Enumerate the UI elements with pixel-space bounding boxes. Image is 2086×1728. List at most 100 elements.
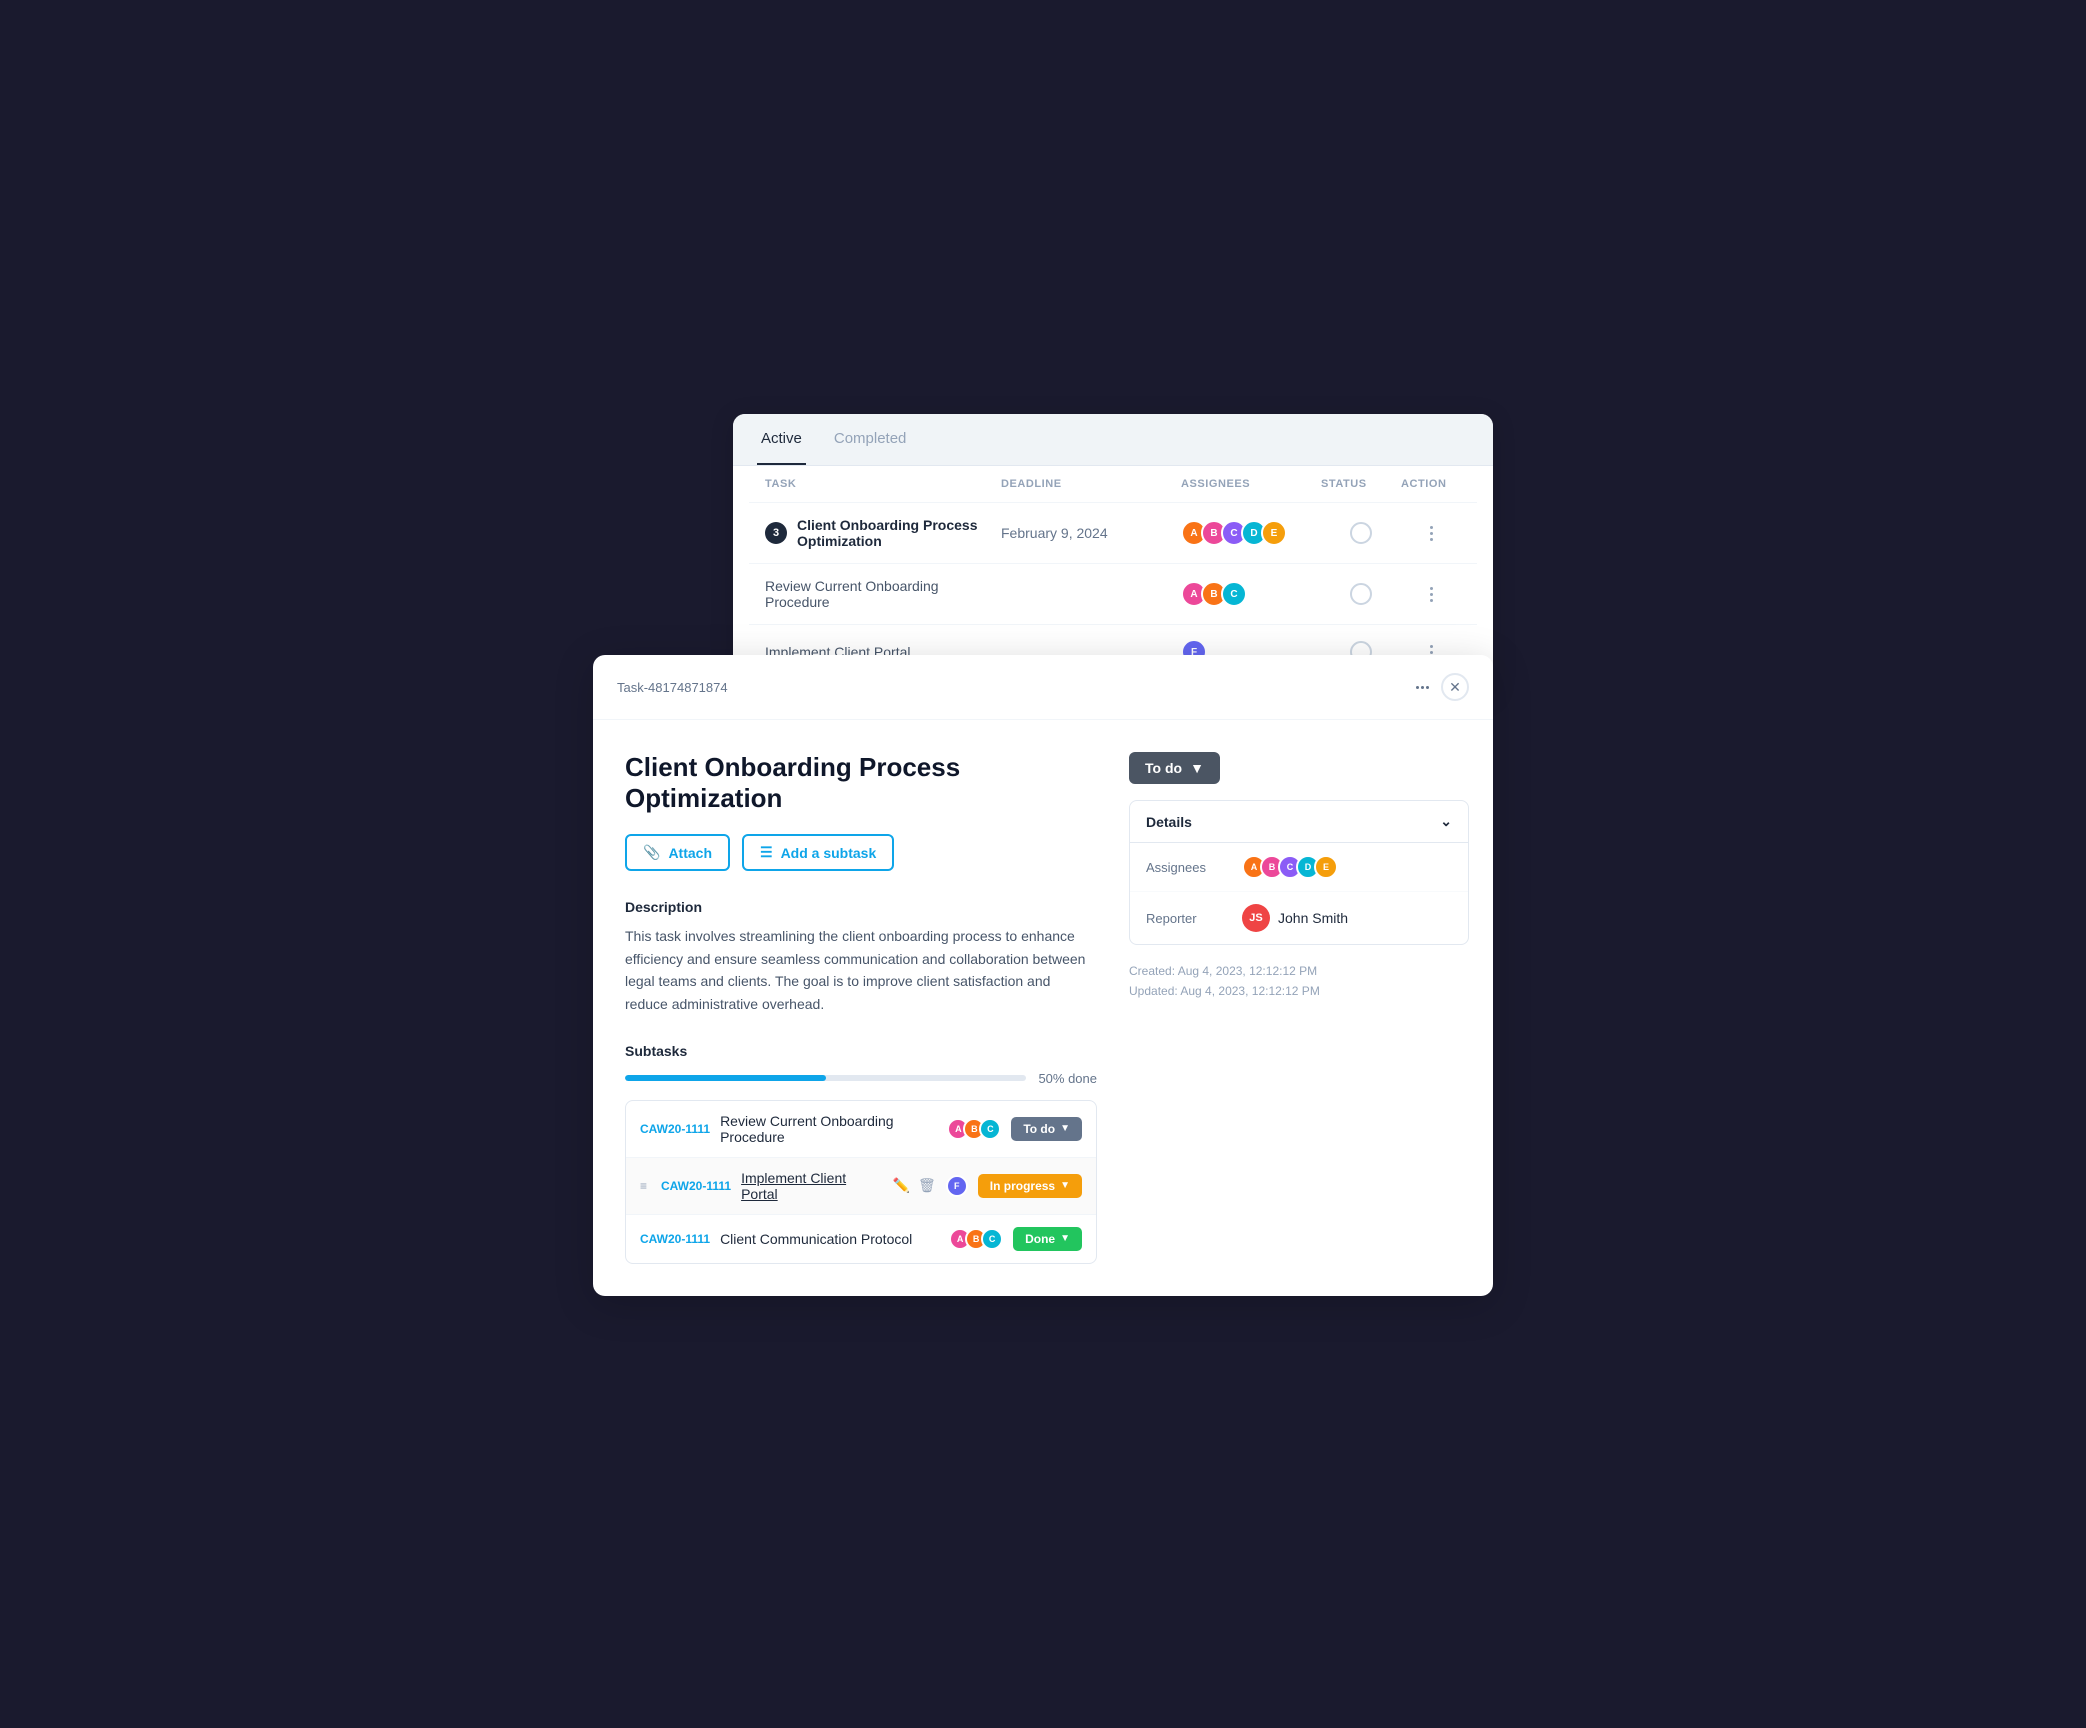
task-name-main: Client Onboarding Process Optimization — [797, 517, 1001, 549]
subtask-icon: ☰ — [760, 844, 773, 861]
action-buttons: 📎 Attach ☰ Add a subtask — [625, 834, 1097, 871]
add-subtask-button[interactable]: ☰ Add a subtask — [742, 834, 894, 871]
col-action: ACTION — [1401, 478, 1461, 490]
description-section: Description This task involves streamlin… — [625, 899, 1097, 1015]
assignees-cell: A B C — [1181, 581, 1321, 607]
more-options-icon[interactable] — [1430, 526, 1433, 541]
table-row[interactable]: 3 Client Onboarding Process Optimization… — [749, 502, 1477, 563]
avatar: C — [1221, 581, 1247, 607]
task-badge: 3 — [765, 522, 787, 544]
reporter-name: John Smith — [1278, 910, 1348, 926]
progress-bar — [625, 1075, 1026, 1081]
subtask-id: CAW20-1111 — [640, 1232, 710, 1246]
right-panel: To do ▼ Details ⌄ Assignees A B — [1129, 752, 1469, 1264]
subtask-assignees: A B C — [949, 1228, 1003, 1250]
assignees-value: A B C D E — [1242, 855, 1338, 879]
reporter-label: Reporter — [1146, 911, 1226, 926]
tab-completed[interactable]: Completed — [830, 414, 911, 465]
left-panel: Client Onboarding Process Optimization 📎… — [625, 752, 1097, 1264]
subtask-actions: ✏️ 🗑 — [893, 1177, 936, 1194]
task-name-cell: 3 Client Onboarding Process Optimization — [765, 517, 1001, 549]
reporter-avatar: JS — [1242, 904, 1270, 932]
avatar: E — [1314, 855, 1338, 879]
avatar: F — [946, 1175, 968, 1197]
status-cell — [1321, 583, 1401, 605]
task-id: Task-48174871874 — [617, 680, 728, 695]
dropdown-arrow-icon: ▼ — [1060, 1233, 1070, 1244]
attach-icon: 📎 — [643, 844, 660, 861]
task-title: Client Onboarding Process Optimization — [625, 752, 1097, 814]
status-badge-inprogress[interactable]: In progress ▼ — [978, 1174, 1082, 1198]
progress-fill — [625, 1075, 826, 1081]
tab-active[interactable]: Active — [757, 414, 806, 465]
details-card-header[interactable]: Details ⌄ — [1130, 801, 1468, 843]
meta-info: Created: Aug 4, 2023, 12:12:12 PM Update… — [1129, 961, 1469, 1002]
status-circle — [1350, 583, 1372, 605]
avatar-stack: A B C — [1181, 581, 1247, 607]
dropdown-arrow-icon: ▼ — [1060, 1123, 1070, 1134]
table-row[interactable]: Review Current Onboarding Procedure A B … — [749, 563, 1477, 624]
detail-body: Client Onboarding Process Optimization 📎… — [593, 720, 1493, 1296]
subtasks-header: Subtasks — [625, 1043, 1097, 1059]
subtask-title: Client Communication Protocol — [720, 1231, 939, 1247]
status-badge-todo[interactable]: To do ▼ — [1011, 1117, 1082, 1141]
header-actions: ✕ — [1416, 673, 1469, 701]
dropdown-arrow-icon: ▼ — [1060, 1180, 1070, 1191]
subtask-id: CAW20-1111 — [661, 1179, 731, 1193]
col-task: TASK — [765, 478, 1001, 490]
task-detail-card: Task-48174871874 ✕ Client Onboarding Pro… — [593, 655, 1493, 1296]
assignees-cell: A B C D E — [1181, 520, 1321, 546]
subtasks-section: Subtasks 50% done CAW20-1111 Review Curr… — [625, 1043, 1097, 1264]
status-dropdown[interactable]: To do ▼ — [1129, 752, 1220, 784]
task-list-card: Active Completed TASK DEADLINE ASSIGNEES… — [733, 414, 1493, 695]
close-button[interactable]: ✕ — [1441, 673, 1469, 701]
subtask-name: Review Current Onboarding Procedure — [765, 578, 1001, 610]
col-status: STATUS — [1321, 478, 1401, 490]
updated-label: Updated: Aug 4, 2023, 12:12:12 PM — [1129, 981, 1469, 1001]
progress-label: 50% done — [1038, 1071, 1097, 1086]
subtask-row[interactable]: CAW20-1111 Client Communication Protocol… — [626, 1215, 1096, 1263]
subtask-id: CAW20-1111 — [640, 1122, 710, 1136]
more-options-icon[interactable] — [1416, 686, 1429, 689]
attach-button[interactable]: 📎 Attach — [625, 834, 730, 871]
more-options-icon[interactable] — [1430, 587, 1433, 602]
deadline-cell: February 9, 2024 — [1001, 525, 1181, 541]
drag-icon: ≡ — [640, 1179, 647, 1193]
avatar: C — [981, 1228, 1003, 1250]
assignees-row: Assignees A B C D E — [1130, 843, 1468, 892]
subtask-title: Review Current Onboarding Procedure — [720, 1113, 937, 1145]
dropdown-arrow-icon: ▼ — [1190, 760, 1204, 776]
screen-container: Active Completed TASK DEADLINE ASSIGNEES… — [593, 414, 1493, 1314]
delete-icon[interactable]: 🗑 — [918, 1177, 936, 1194]
reporter-value: JS John Smith — [1242, 904, 1348, 932]
subtask-assignees: A B C — [947, 1118, 1001, 1140]
assignees-label: Assignees — [1146, 860, 1226, 875]
status-circle — [1350, 522, 1372, 544]
action-cell[interactable] — [1401, 587, 1461, 602]
created-label: Created: Aug 4, 2023, 12:12:12 PM — [1129, 961, 1469, 981]
avatar: C — [979, 1118, 1001, 1140]
subtask-row[interactable]: ≡ CAW20-1111 Implement Client Portal ✏️ … — [626, 1158, 1096, 1215]
tabs-header: Active Completed — [733, 414, 1493, 466]
edit-icon[interactable]: ✏️ — [893, 1177, 910, 1194]
subtasks-list: CAW20-1111 Review Current Onboarding Pro… — [625, 1100, 1097, 1264]
reporter-row: Reporter JS John Smith — [1130, 892, 1468, 944]
subtask-title: Implement Client Portal — [741, 1170, 882, 1202]
detail-header: Task-48174871874 ✕ — [593, 655, 1493, 720]
chevron-down-icon: ⌄ — [1440, 813, 1452, 830]
status-badge-done[interactable]: Done ▼ — [1013, 1227, 1082, 1251]
col-deadline: DEADLINE — [1001, 478, 1181, 490]
description-label: Description — [625, 899, 1097, 915]
table-header: TASK DEADLINE ASSIGNEES STATUS ACTION — [749, 466, 1477, 502]
description-text: This task involves streamlining the clie… — [625, 925, 1097, 1015]
progress-bar-container: 50% done — [625, 1071, 1097, 1086]
subtask-row[interactable]: CAW20-1111 Review Current Onboarding Pro… — [626, 1101, 1096, 1158]
avatar-stack: A B C D E — [1181, 520, 1287, 546]
details-card: Details ⌄ Assignees A B C D E — [1129, 800, 1469, 945]
subtask-assignees: F — [946, 1175, 968, 1197]
task-name-cell: Review Current Onboarding Procedure — [765, 578, 1001, 610]
status-cell — [1321, 522, 1401, 544]
action-cell[interactable] — [1401, 526, 1461, 541]
avatar: E — [1261, 520, 1287, 546]
col-assignees: ASSIGNEES — [1181, 478, 1321, 490]
